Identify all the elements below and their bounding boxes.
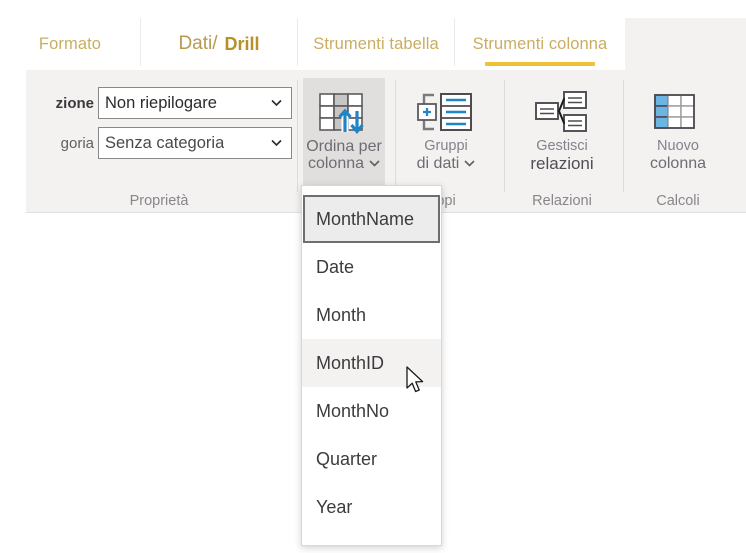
- dropdown-item-monthno[interactable]: MonthNo: [302, 387, 441, 435]
- tab-strumenti-tabella[interactable]: Strumenti tabella: [298, 18, 454, 70]
- group-separator: [297, 80, 298, 192]
- group-label-calcoli: Calcoli: [656, 193, 700, 209]
- ribbon-top-right-filler: [625, 18, 746, 70]
- gruppi-di-dati-label-line2: di dati: [416, 155, 460, 172]
- ordina-per-colonna-dropdown: MonthName Date Month MonthID MonthNo Qua…: [301, 185, 442, 546]
- field-categoria: goria Senza categoria: [26, 127, 292, 159]
- ribbon-tab-strip: Formato Dati/ Drill Strumenti tabella St…: [0, 0, 746, 70]
- chevron-down-icon[interactable]: [369, 160, 380, 167]
- tab-formato-label: Formato: [38, 34, 102, 53]
- group-separator: [395, 80, 396, 192]
- riepilogazione-value: Non riepilogare: [105, 93, 217, 112]
- sort-by-column-icon: [316, 86, 372, 138]
- dropdown-item-quarter[interactable]: Quarter: [302, 435, 441, 483]
- dropdown-item-label: Year: [316, 496, 353, 517]
- dropdown-item-label: MonthNo: [316, 400, 390, 421]
- gruppi-di-dati-button[interactable]: Gruppi di dati: [402, 78, 490, 190]
- group-separator: [623, 80, 624, 192]
- dropdown-item-year[interactable]: Year: [302, 483, 441, 531]
- group-label-proprieta: Proprietà: [129, 193, 189, 209]
- active-tab-indicator: [485, 62, 595, 66]
- group-separator: [504, 80, 505, 192]
- dropdown-item-label: MonthID: [316, 352, 385, 373]
- dropdown-item-month[interactable]: Month: [302, 291, 441, 339]
- chevron-down-icon[interactable]: [464, 160, 475, 167]
- dropdown-item-label: Date: [316, 256, 355, 277]
- tab-dati-label: Dati/: [178, 33, 218, 54]
- manage-relationships-icon: [534, 86, 590, 138]
- field-riepilogazione-label: zione: [55, 94, 94, 112]
- categoria-combobox[interactable]: Senza categoria: [98, 127, 292, 159]
- tab-formato[interactable]: Formato: [0, 18, 140, 70]
- nuova-colonna-button[interactable]: Nuovo colonna: [632, 78, 724, 190]
- dropdown-item-label: Month: [316, 304, 367, 325]
- field-categoria-label: goria: [60, 134, 94, 152]
- gestisci-relazioni-label-line1: Gestisci: [536, 138, 588, 154]
- chevron-down-icon: [271, 139, 282, 147]
- chevron-down-icon: [271, 99, 282, 107]
- dropdown-item-date[interactable]: Date: [302, 243, 441, 291]
- tab-drill-label: Drill: [224, 33, 260, 54]
- field-riepilogazione: zione Non riepilogare: [26, 87, 292, 119]
- ordina-per-colonna-button[interactable]: Ordina per colonna: [303, 78, 385, 190]
- dropdown-item-label: MonthName: [316, 208, 415, 229]
- gestisci-relazioni-label-line2: relazioni: [530, 154, 594, 173]
- gruppi-di-dati-label-line1: Gruppi: [424, 138, 468, 154]
- categoria-value: Senza categoria: [105, 133, 225, 152]
- data-groups-icon: [417, 86, 475, 138]
- dropdown-item-monthid[interactable]: MonthID: [302, 339, 441, 387]
- tab-strumenti-colonna-label: Strumenti colonna: [472, 34, 608, 53]
- gestisci-relazioni-button[interactable]: Gestisci relazioni: [513, 78, 611, 190]
- riepilogazione-combobox[interactable]: Non riepilogare: [98, 87, 292, 119]
- group-label-relazioni: Relazioni: [532, 193, 592, 209]
- nuova-colonna-label-line1: Nuovo: [657, 138, 699, 154]
- ordina-per-colonna-label-line2: colonna: [307, 155, 365, 172]
- dropdown-item-label: Quarter: [316, 448, 378, 469]
- new-column-icon: [653, 86, 703, 138]
- tab-dati-drill[interactable]: Dati/ Drill: [141, 18, 297, 70]
- tab-strumenti-colonna[interactable]: Strumenti colonna: [455, 18, 625, 70]
- tab-strumenti-tabella-label: Strumenti tabella: [313, 34, 439, 53]
- dropdown-item-monthname[interactable]: MonthName: [303, 195, 440, 243]
- ordina-per-colonna-label-line1: Ordina per: [306, 138, 382, 155]
- nuova-colonna-label-line2: colonna: [649, 155, 707, 172]
